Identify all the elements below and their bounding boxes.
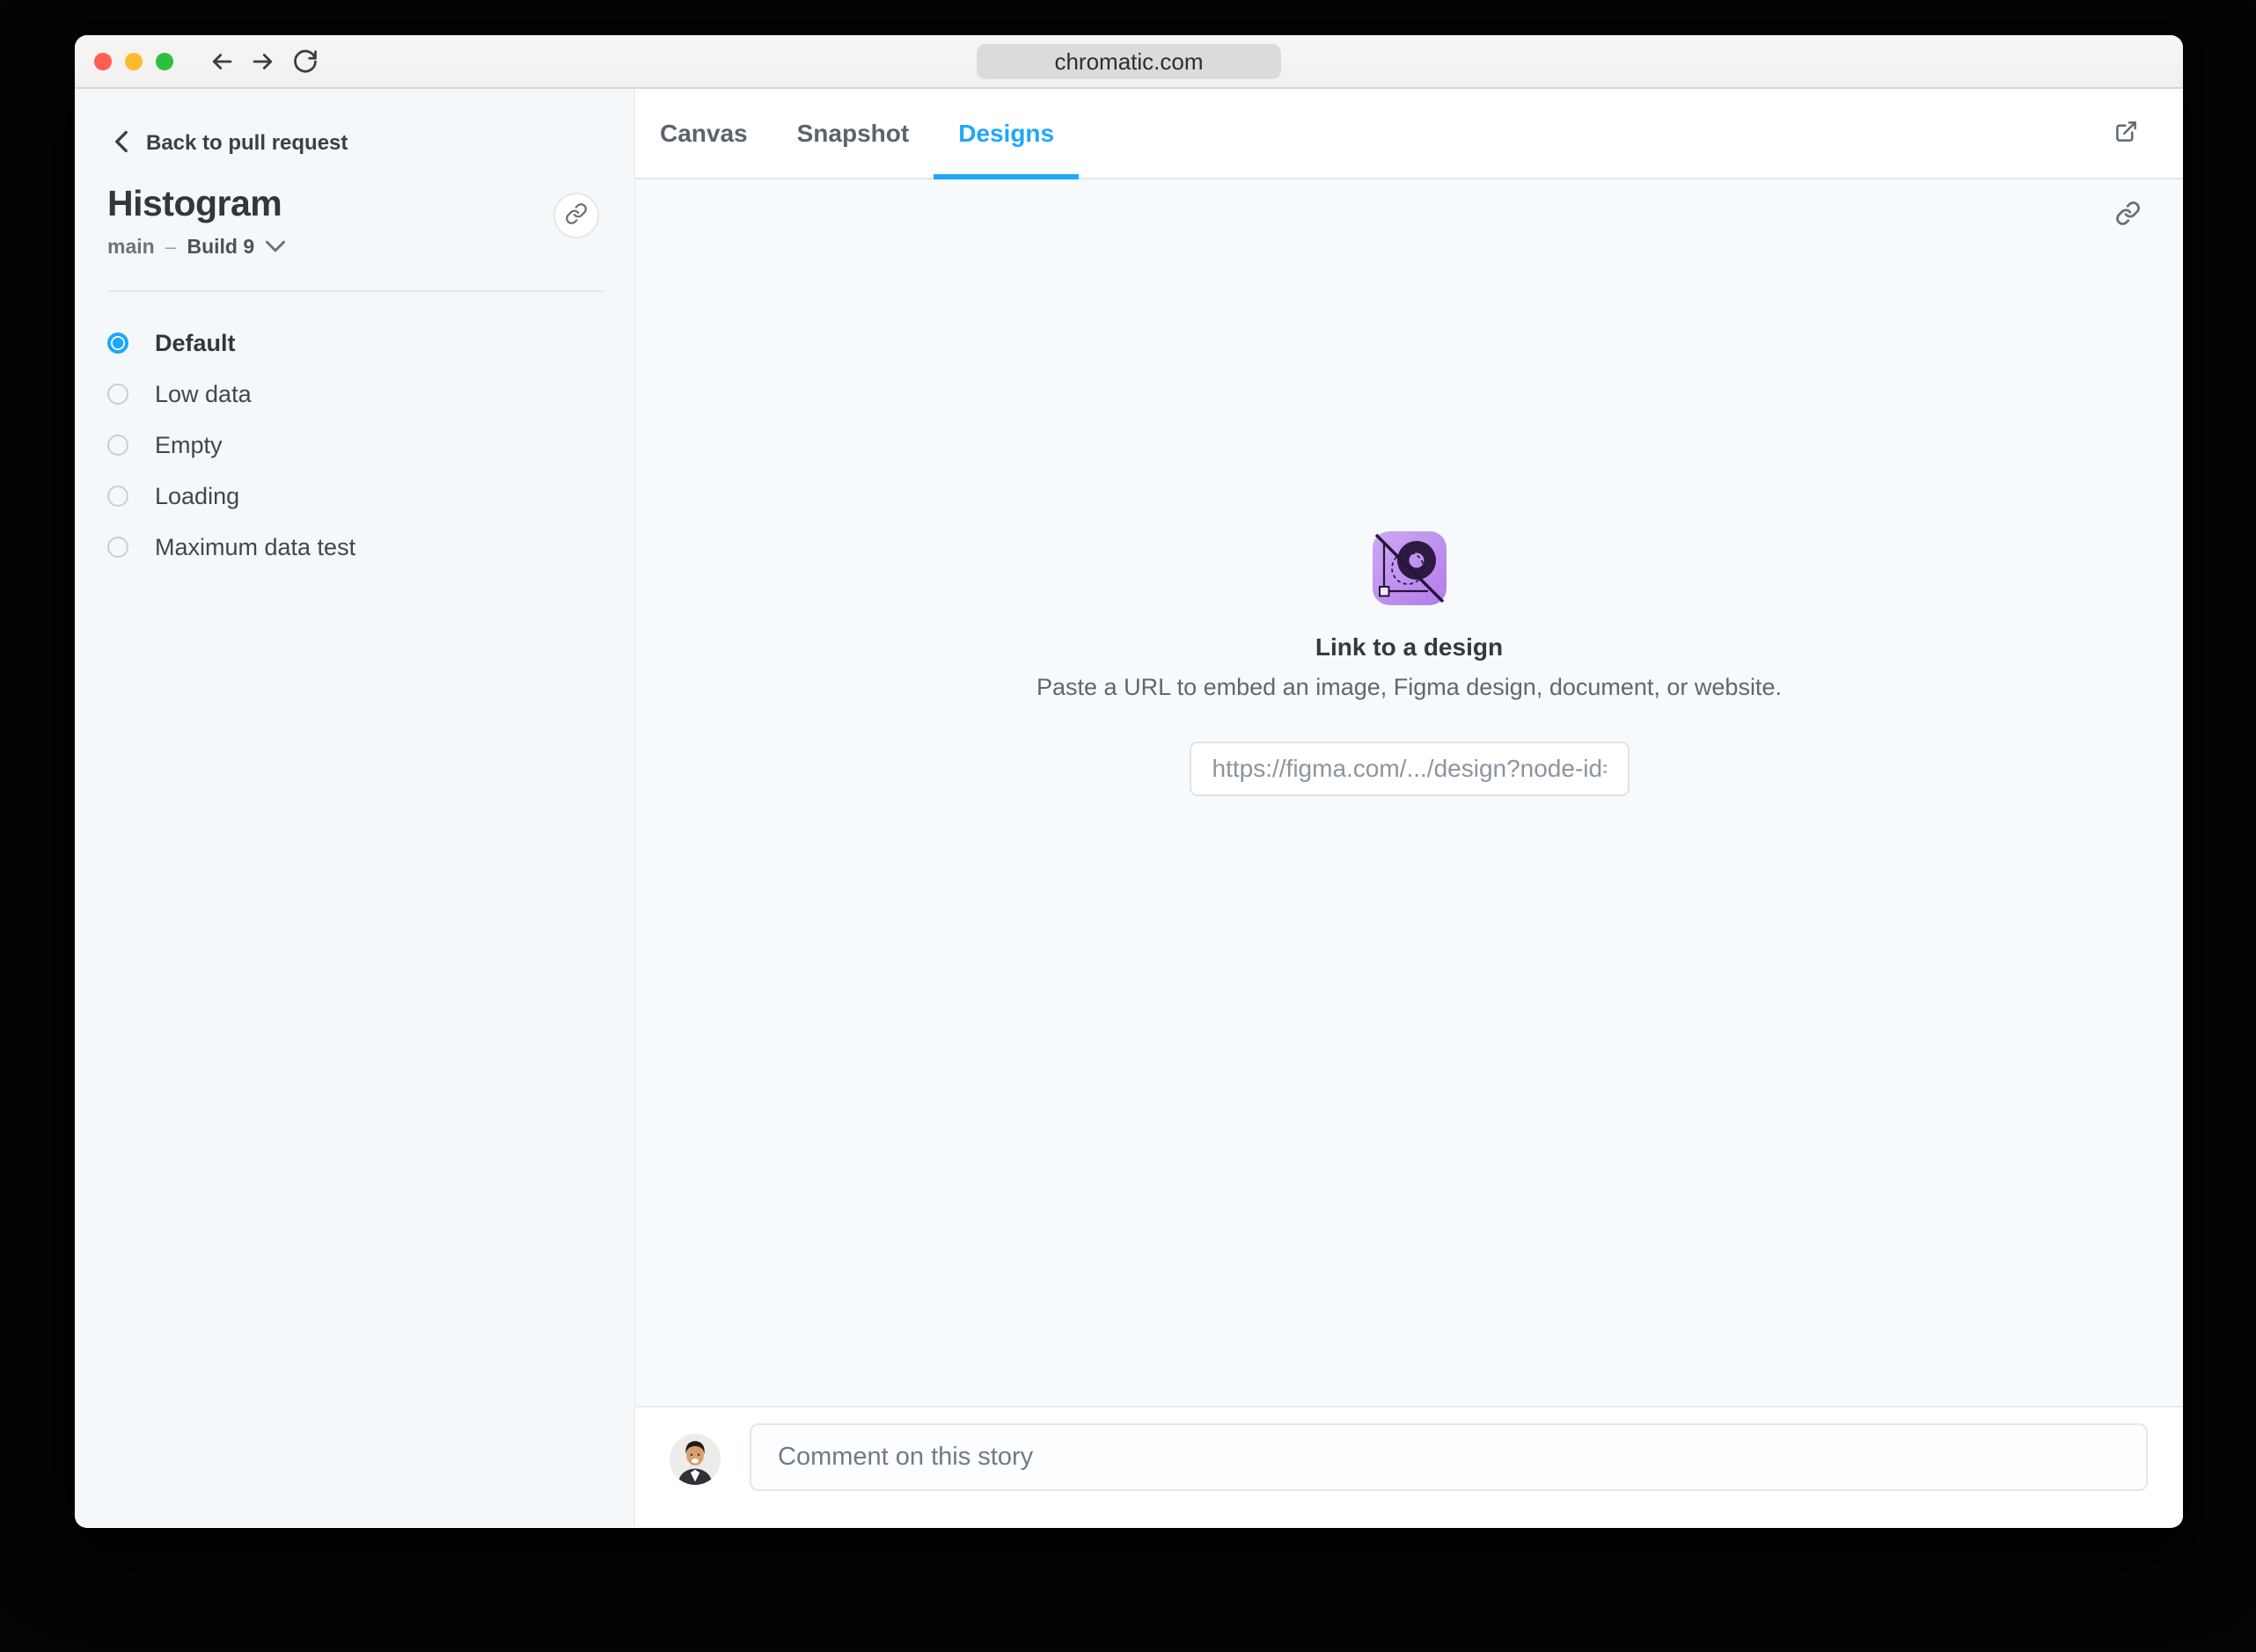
- close-button[interactable]: [94, 52, 112, 70]
- copy-link-button[interactable]: [2113, 201, 2142, 230]
- story-label: Default: [155, 329, 236, 356]
- back-to-pull-request-link[interactable]: Back to pull request: [112, 128, 634, 159]
- open-external-button[interactable]: [2111, 119, 2141, 149]
- nav-buttons: [209, 48, 318, 75]
- story-list: Default Low data Empty Loading Maximum d…: [107, 327, 634, 563]
- zoom-button[interactable]: [156, 52, 173, 70]
- story-item-low-data[interactable]: Low data: [107, 378, 634, 410]
- story-item-default[interactable]: Default: [107, 327, 634, 359]
- story-link-button[interactable]: [553, 193, 599, 238]
- forward-arrow-icon[interactable]: [250, 48, 276, 75]
- traffic-lights: [94, 52, 173, 70]
- chevron-down-icon: [265, 235, 286, 259]
- main-panel: Canvas Snapshot Designs Link to a design…: [635, 89, 2183, 1526]
- design-url-input[interactable]: [1189, 742, 1630, 796]
- build-label: Build 9: [187, 235, 255, 258]
- tab-label: Designs: [958, 119, 1055, 147]
- story-item-maximum-data-test[interactable]: Maximum data test: [107, 531, 634, 563]
- refresh-icon[interactable]: [291, 48, 318, 75]
- url-text: chromatic.com: [1054, 48, 1204, 75]
- tab-snapshot[interactable]: Snapshot: [773, 89, 934, 178]
- link-icon: [2115, 201, 2141, 230]
- story-label: Low data: [155, 380, 252, 407]
- tab-label: Canvas: [660, 119, 748, 147]
- branch-label: main: [107, 235, 155, 258]
- tab-bar: Canvas Snapshot Designs: [635, 89, 2183, 179]
- empty-state-title: Link to a design: [1315, 633, 1504, 661]
- figma-design-icon: [1372, 531, 1447, 605]
- tab-canvas[interactable]: Canvas: [635, 89, 773, 178]
- radio-icon[interactable]: [107, 384, 128, 405]
- sidebar: Back to pull request Histogram main – Bu…: [75, 89, 635, 1526]
- story-item-empty[interactable]: Empty: [107, 429, 634, 461]
- comment-bar: [635, 1406, 2183, 1526]
- radio-icon[interactable]: [107, 486, 128, 507]
- story-label: Maximum data test: [155, 533, 356, 560]
- sidebar-divider: [107, 290, 605, 292]
- chevron-left-icon: [112, 130, 131, 157]
- empty-state-description: Paste a URL to embed an image, Figma des…: [1036, 674, 1782, 700]
- tab-label: Snapshot: [796, 119, 910, 147]
- story-label: Empty: [155, 431, 223, 458]
- browser-window: chromatic.com Back to pull request Histo…: [75, 35, 2183, 1528]
- designs-tab-content: Link to a design Paste a URL to embed an…: [635, 179, 2183, 1406]
- link-icon: [565, 202, 588, 230]
- user-avatar: [670, 1434, 721, 1485]
- back-link-label: Back to pull request: [146, 131, 348, 155]
- story-item-loading[interactable]: Loading: [107, 480, 634, 512]
- story-label: Loading: [155, 482, 240, 509]
- radio-selected-icon[interactable]: [107, 333, 128, 354]
- minimize-button[interactable]: [125, 52, 143, 70]
- external-link-icon: [2114, 120, 2138, 148]
- desktop-background: chromatic.com Back to pull request Histo…: [0, 0, 2256, 1652]
- tab-designs[interactable]: Designs: [934, 89, 1080, 179]
- comment-input[interactable]: [750, 1423, 2148, 1491]
- branch-build-separator: –: [165, 235, 177, 258]
- build-selector[interactable]: main – Build 9: [107, 235, 634, 259]
- browser-toolbar: chromatic.com: [75, 35, 2183, 89]
- radio-icon[interactable]: [107, 435, 128, 456]
- back-arrow-icon[interactable]: [209, 48, 235, 75]
- url-bar[interactable]: chromatic.com: [977, 44, 1281, 79]
- radio-icon[interactable]: [107, 537, 128, 558]
